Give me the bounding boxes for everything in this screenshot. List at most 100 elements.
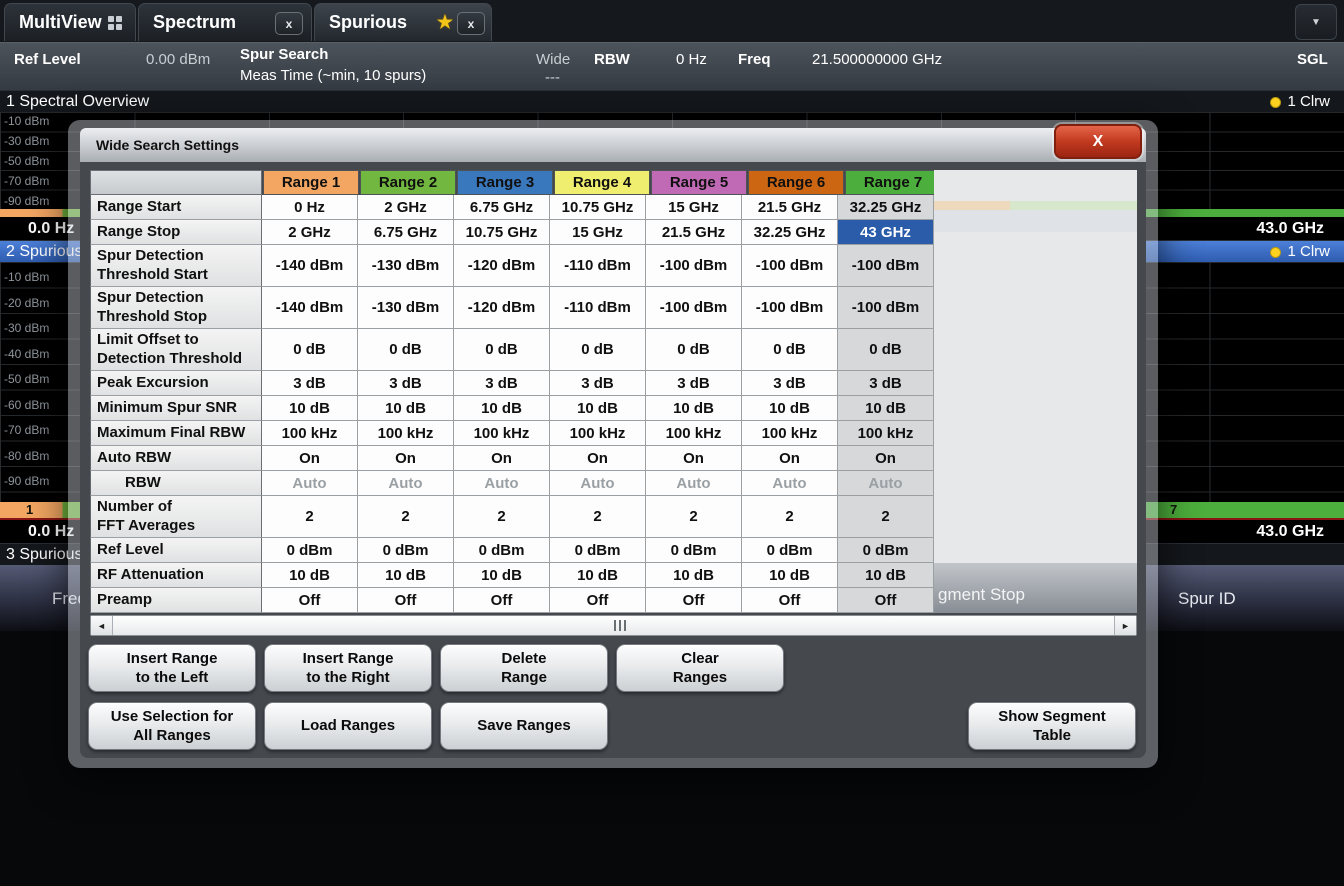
table-cell-r12-c6[interactable]: 10 dB — [742, 563, 838, 588]
tab-multiview[interactable]: MultiView — [4, 3, 136, 41]
table-cell-r8-c6[interactable]: On — [742, 446, 838, 471]
table-cell-r12-c4[interactable]: 10 dB — [550, 563, 646, 588]
table-cell-r4-c1[interactable]: 0 dB — [262, 329, 358, 371]
table-cell-r8-c4[interactable]: On — [550, 446, 646, 471]
table-cell-r2-c2[interactable]: -130 dBm — [358, 245, 454, 287]
table-cell-r3-c7[interactable]: -100 dBm — [838, 287, 934, 329]
table-cell-r9-c6[interactable]: Auto — [742, 471, 838, 496]
table-cell-r8-c5[interactable]: On — [646, 446, 742, 471]
table-cell-r4-c4[interactable]: 0 dB — [550, 329, 646, 371]
table-cell-r7-c3[interactable]: 100 kHz — [454, 421, 550, 446]
table-cell-r7-c6[interactable]: 100 kHz — [742, 421, 838, 446]
table-cell-r12-c2[interactable]: 10 dB — [358, 563, 454, 588]
table-cell-r5-c7[interactable]: 3 dB — [838, 371, 934, 396]
scrollbar-grip[interactable] — [614, 620, 626, 631]
table-cell-r13-c2[interactable]: Off — [358, 588, 454, 613]
table-cell-r2-c6[interactable]: -100 dBm — [742, 245, 838, 287]
table-cell-r7-c1[interactable]: 100 kHz — [262, 421, 358, 446]
table-cell-r11-c7[interactable]: 0 dBm — [838, 538, 934, 563]
table-cell-r9-c2[interactable]: Auto — [358, 471, 454, 496]
table-cell-r10-c2[interactable]: 2 — [358, 496, 454, 538]
table-cell-r3-c3[interactable]: -120 dBm — [454, 287, 550, 329]
table-cell-r12-c3[interactable]: 10 dB — [454, 563, 550, 588]
ref-level-value[interactable]: 0.00 dBm — [146, 51, 210, 68]
insert-range-left-button[interactable]: Insert Range to the Left — [88, 644, 256, 692]
column-header-range-1[interactable]: Range 1 — [263, 170, 359, 195]
table-cell-r13-c1[interactable]: Off — [262, 588, 358, 613]
scroll-right-arrow-icon[interactable]: ► — [1114, 616, 1136, 635]
table-cell-r6-c2[interactable]: 10 dB — [358, 396, 454, 421]
table-cell-r12-c5[interactable]: 10 dB — [646, 563, 742, 588]
table-cell-r0-c4[interactable]: 10.75 GHz — [550, 195, 646, 220]
table-cell-r8-c7[interactable]: On — [838, 446, 934, 471]
table-cell-r9-c1[interactable]: Auto — [262, 471, 358, 496]
table-cell-r2-c7[interactable]: -100 dBm — [838, 245, 934, 287]
load-ranges-button[interactable]: Load Ranges — [264, 702, 432, 750]
table-cell-r10-c3[interactable]: 2 — [454, 496, 550, 538]
table-cell-r8-c3[interactable]: On — [454, 446, 550, 471]
table-cell-r0-c6[interactable]: 21.5 GHz — [742, 195, 838, 220]
table-cell-r0-c7[interactable]: 32.25 GHz — [838, 195, 934, 220]
table-cell-r2-c4[interactable]: -110 dBm — [550, 245, 646, 287]
clear-ranges-button[interactable]: Clear Ranges — [616, 644, 784, 692]
dialog-title[interactable]: Wide Search Settings — [80, 128, 1146, 162]
tab-spectrum-close-button[interactable]: x — [275, 12, 303, 35]
table-cell-r6-c3[interactable]: 10 dB — [454, 396, 550, 421]
table-cell-r11-c3[interactable]: 0 dBm — [454, 538, 550, 563]
scroll-left-arrow-icon[interactable]: ◄ — [91, 616, 113, 635]
table-cell-r13-c5[interactable]: Off — [646, 588, 742, 613]
table-cell-r7-c5[interactable]: 100 kHz — [646, 421, 742, 446]
table-cell-r1-c3[interactable]: 10.75 GHz — [454, 220, 550, 245]
table-cell-r3-c6[interactable]: -100 dBm — [742, 287, 838, 329]
table-cell-r12-c1[interactable]: 10 dB — [262, 563, 358, 588]
table-cell-r10-c4[interactable]: 2 — [550, 496, 646, 538]
table-cell-r8-c2[interactable]: On — [358, 446, 454, 471]
table-cell-r4-c3[interactable]: 0 dB — [454, 329, 550, 371]
window1-titlebar[interactable]: 1 Spectral Overview 1 Clrw — [0, 90, 1344, 112]
table-cell-r9-c3[interactable]: Auto — [454, 471, 550, 496]
table-cell-r9-c4[interactable]: Auto — [550, 471, 646, 496]
table-cell-r10-c1[interactable]: 2 — [262, 496, 358, 538]
table-cell-r13-c3[interactable]: Off — [454, 588, 550, 613]
rbw-value[interactable]: 0 Hz — [676, 51, 707, 68]
table-cell-r2-c5[interactable]: -100 dBm — [646, 245, 742, 287]
table-cell-r4-c5[interactable]: 0 dB — [646, 329, 742, 371]
table-cell-r0-c3[interactable]: 6.75 GHz — [454, 195, 550, 220]
show-segment-table-button[interactable]: Show Segment Table — [968, 702, 1136, 750]
table-cell-r6-c7[interactable]: 10 dB — [838, 396, 934, 421]
table-cell-r12-c7[interactable]: 10 dB — [838, 563, 934, 588]
table-cell-r13-c6[interactable]: Off — [742, 588, 838, 613]
table-cell-r1-c2[interactable]: 6.75 GHz — [358, 220, 454, 245]
column-header-range-7[interactable]: Range 7 — [845, 170, 941, 195]
table-cell-r13-c7[interactable]: Off — [838, 588, 934, 613]
save-ranges-button[interactable]: Save Ranges — [440, 702, 608, 750]
table-cell-r11-c1[interactable]: 0 dBm — [262, 538, 358, 563]
tab-spurious-close-button[interactable]: x — [457, 12, 485, 35]
tab-spurious[interactable]: Spurious ★ x — [314, 3, 492, 41]
table-cell-r2-c3[interactable]: -120 dBm — [454, 245, 550, 287]
table-cell-r1-c5[interactable]: 21.5 GHz — [646, 220, 742, 245]
table-cell-r6-c1[interactable]: 10 dB — [262, 396, 358, 421]
table-cell-r6-c4[interactable]: 10 dB — [550, 396, 646, 421]
use-selection-all-ranges-button[interactable]: Use Selection for All Ranges — [88, 702, 256, 750]
table-cell-r10-c6[interactable]: 2 — [742, 496, 838, 538]
table-cell-r4-c7[interactable]: 0 dB — [838, 329, 934, 371]
dialog-close-button[interactable]: X — [1054, 124, 1142, 159]
table-cell-r1-c6[interactable]: 32.25 GHz — [742, 220, 838, 245]
table-cell-r3-c1[interactable]: -140 dBm — [262, 287, 358, 329]
table-cell-r3-c4[interactable]: -110 dBm — [550, 287, 646, 329]
table-cell-r11-c2[interactable]: 0 dBm — [358, 538, 454, 563]
table-cell-r7-c4[interactable]: 100 kHz — [550, 421, 646, 446]
column-header-range-2[interactable]: Range 2 — [360, 170, 456, 195]
table-cell-r0-c2[interactable]: 2 GHz — [358, 195, 454, 220]
tab-spectrum[interactable]: Spectrum x — [138, 3, 312, 41]
table-cell-r7-c2[interactable]: 100 kHz — [358, 421, 454, 446]
column-header-range-3[interactable]: Range 3 — [457, 170, 553, 195]
column-header-range-5[interactable]: Range 5 — [651, 170, 747, 195]
delete-range-button[interactable]: Delete Range — [440, 644, 608, 692]
column-header-range-4[interactable]: Range 4 — [554, 170, 650, 195]
table-cell-r5-c6[interactable]: 3 dB — [742, 371, 838, 396]
table-cell-r4-c6[interactable]: 0 dB — [742, 329, 838, 371]
table-cell-r10-c7[interactable]: 2 — [838, 496, 934, 538]
insert-range-right-button[interactable]: Insert Range to the Right — [264, 644, 432, 692]
